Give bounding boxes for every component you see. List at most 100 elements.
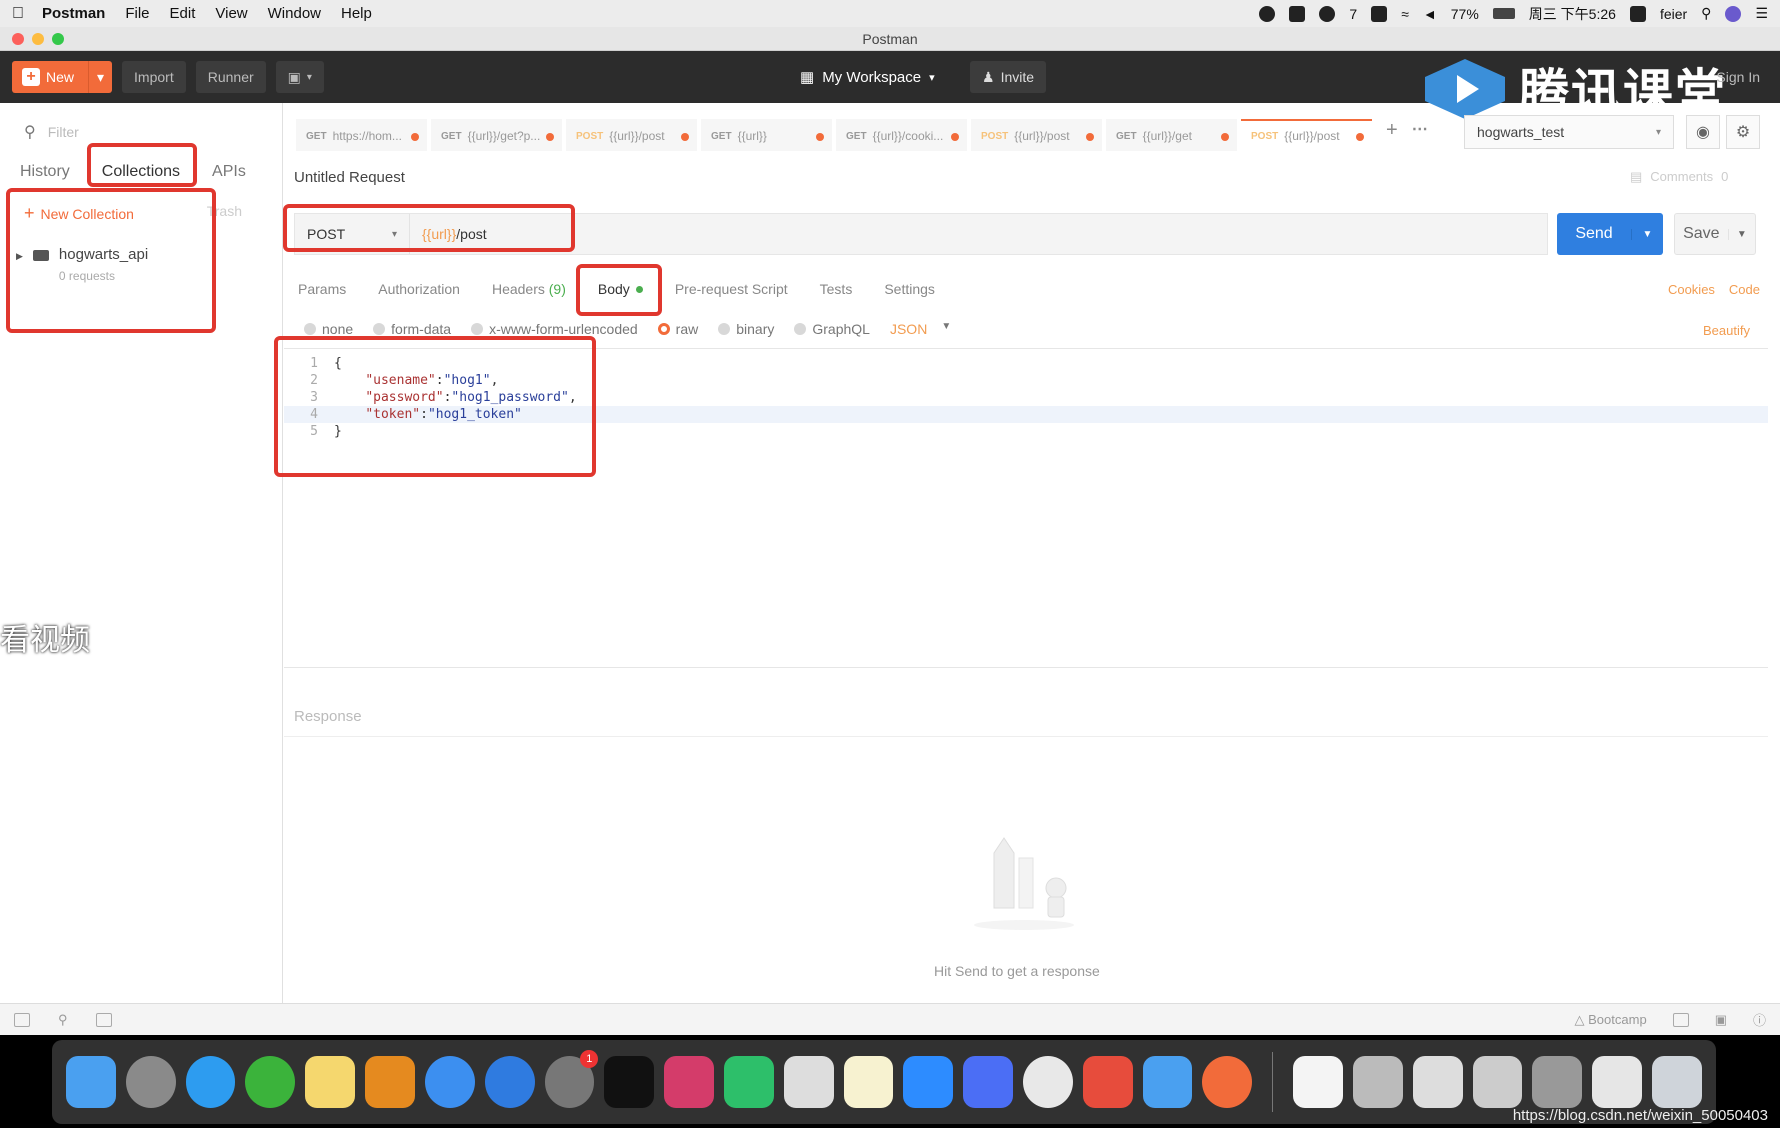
terminal-icon[interactable] bbox=[604, 1056, 655, 1108]
tab-apis[interactable]: APIs bbox=[212, 163, 246, 181]
sublime-icon[interactable] bbox=[365, 1056, 415, 1108]
request-tab[interactable]: GET https://hom... bbox=[296, 119, 427, 151]
input-source-icon[interactable] bbox=[1629, 5, 1646, 22]
tab-settings[interactable]: Settings bbox=[884, 281, 935, 297]
format-select[interactable]: JSON ▼ bbox=[890, 321, 951, 337]
siri-icon[interactable] bbox=[1725, 5, 1742, 22]
workspace-selector[interactable]: ▦ My Workspace ▾ bbox=[800, 61, 935, 93]
trash-link[interactable]: Trash bbox=[207, 203, 242, 224]
new-collection-button[interactable]: + New Collection bbox=[24, 203, 134, 224]
chrome-icon[interactable] bbox=[1023, 1056, 1073, 1108]
request-tab[interactable]: GET {{url}}/get bbox=[1106, 119, 1237, 151]
collection-item[interactable]: ▶ hogwarts_api 0 requests bbox=[0, 246, 282, 283]
wps-icon[interactable] bbox=[963, 1056, 1013, 1108]
tab-body[interactable]: Body bbox=[598, 281, 643, 297]
send-button[interactable]: Send ▼ bbox=[1557, 213, 1663, 255]
find-icon[interactable]: ⚲ bbox=[58, 1012, 68, 1028]
tab-history[interactable]: History bbox=[20, 163, 70, 181]
feishu-icon[interactable] bbox=[424, 1056, 475, 1108]
apple-icon[interactable]:  bbox=[12, 5, 24, 23]
pycharm-icon[interactable] bbox=[723, 1056, 774, 1108]
more-tabs-icon[interactable]: ⋯ bbox=[1412, 119, 1428, 151]
bootcamp-button[interactable]: △ Bootcamp bbox=[1575, 1012, 1647, 1028]
radio-none[interactable]: none bbox=[304, 321, 353, 337]
invite-button[interactable]: ♟ Invite bbox=[970, 61, 1047, 93]
menu-help[interactable]: Help bbox=[341, 5, 372, 22]
request-tab[interactable]: POST {{url}}/post bbox=[971, 119, 1102, 151]
help-icon[interactable]: ⓘ bbox=[1753, 1010, 1766, 1029]
document-icon[interactable] bbox=[1293, 1056, 1344, 1108]
menu-edit[interactable]: Edit bbox=[170, 5, 196, 22]
tab-params[interactable]: Params bbox=[298, 281, 346, 297]
code-link[interactable]: Code bbox=[1729, 282, 1760, 297]
request-tab[interactable]: POST {{url}}/post bbox=[566, 119, 697, 151]
radio-binary[interactable]: binary bbox=[718, 321, 774, 337]
jar-app-icon[interactable] bbox=[783, 1056, 834, 1108]
intellij-icon[interactable] bbox=[664, 1056, 714, 1108]
environment-selector[interactable]: hogwarts_test ▾ bbox=[1464, 115, 1674, 149]
window-thumbnail-icon[interactable] bbox=[1353, 1056, 1403, 1108]
comments-button[interactable]: ▤ Comments 0 bbox=[1630, 169, 1728, 185]
clock[interactable]: 周三 下午5:26 bbox=[1529, 4, 1616, 24]
beautify-link[interactable]: Beautify bbox=[1703, 323, 1750, 338]
body-editor[interactable]: 1{ 2 "usename":"hog1", 3 "password":"hog… bbox=[284, 348, 1768, 668]
system-preferences-icon[interactable]: 1 bbox=[544, 1050, 599, 1108]
request-tab[interactable]: GET {{url}}/cooki... bbox=[836, 119, 967, 151]
menu-app-name[interactable]: Postman bbox=[42, 5, 105, 22]
notes-icon[interactable] bbox=[1289, 5, 1306, 22]
spotlight-icon[interactable]: ⚲ bbox=[1701, 5, 1711, 22]
request-title[interactable]: Untitled Request bbox=[294, 169, 405, 186]
radio-urlencoded[interactable]: x-www-form-urlencoded bbox=[471, 321, 638, 337]
tab-collections[interactable]: Collections bbox=[102, 163, 180, 181]
safari-icon[interactable] bbox=[484, 1056, 535, 1108]
trash-icon[interactable] bbox=[1652, 1056, 1702, 1108]
docker-icon[interactable] bbox=[1371, 5, 1388, 22]
runner-button[interactable]: Runner bbox=[195, 61, 266, 93]
chevron-down-icon[interactable]: ▾ bbox=[88, 61, 112, 93]
tab-headers[interactable]: Headers (9) bbox=[492, 281, 566, 297]
wifi-icon[interactable]: ≈ bbox=[1401, 6, 1409, 22]
add-tab-button[interactable]: + bbox=[1386, 119, 1398, 151]
radio-form-data[interactable]: form-data bbox=[373, 321, 451, 337]
volume-icon[interactable]: ◄ bbox=[1423, 6, 1437, 22]
method-select[interactable]: POST ▾ bbox=[295, 214, 410, 254]
cookies-link[interactable]: Cookies bbox=[1668, 282, 1715, 297]
request-tab-active[interactable]: POST {{url}}/post bbox=[1241, 119, 1372, 151]
chevron-down-icon[interactable]: ▼ bbox=[1727, 228, 1755, 240]
caret-right-icon[interactable]: ▶ bbox=[16, 251, 23, 283]
window-thumbnail-icon[interactable] bbox=[1532, 1056, 1583, 1108]
new-button[interactable]: + New ▾ bbox=[12, 61, 113, 93]
browse-icon[interactable]: ▣ bbox=[1715, 1012, 1727, 1028]
request-tab[interactable]: GET {{url}}/get?p... bbox=[431, 119, 562, 151]
window-thumbnail-icon[interactable] bbox=[1412, 1056, 1463, 1108]
stickies-icon[interactable] bbox=[305, 1056, 356, 1108]
xmind-icon[interactable] bbox=[1082, 1056, 1133, 1108]
toggle-sidebar-icon[interactable] bbox=[14, 1012, 30, 1027]
postman-dock-icon[interactable] bbox=[1202, 1056, 1253, 1108]
chevron-down-icon[interactable]: ▼ bbox=[1631, 228, 1663, 240]
tencent-classroom-icon[interactable] bbox=[1142, 1056, 1193, 1108]
radio-graphql[interactable]: GraphQL bbox=[794, 321, 870, 337]
window-thumbnail-icon[interactable] bbox=[1592, 1056, 1643, 1108]
url-input[interactable]: {{url}}/post bbox=[410, 226, 487, 242]
battery-icon[interactable] bbox=[1492, 8, 1515, 19]
menu-file[interactable]: File bbox=[125, 5, 149, 22]
launchpad-icon[interactable] bbox=[125, 1056, 176, 1108]
notification-center-icon[interactable]: ☰ bbox=[1755, 5, 1768, 22]
wechat-dock-icon[interactable] bbox=[245, 1056, 296, 1108]
menu-view[interactable]: View bbox=[215, 5, 247, 22]
qq-icon[interactable] bbox=[1259, 5, 1276, 22]
tab-prerequest-script[interactable]: Pre-request Script bbox=[675, 281, 788, 297]
radio-raw[interactable]: raw bbox=[657, 321, 698, 337]
menu-window[interactable]: Window bbox=[268, 5, 321, 22]
menubar-user[interactable]: feier bbox=[1660, 6, 1687, 22]
eye-icon[interactable]: ◉ bbox=[1686, 115, 1720, 149]
filter-input[interactable]: ⚲ Filter bbox=[12, 117, 270, 147]
qq-dock-icon[interactable] bbox=[185, 1056, 236, 1108]
import-button[interactable]: Import bbox=[122, 61, 186, 93]
request-tab[interactable]: GET {{url}} bbox=[701, 119, 832, 151]
tab-tests[interactable]: Tests bbox=[820, 281, 853, 297]
new-window-button[interactable]: ▣ ▾ bbox=[275, 61, 324, 93]
two-pane-icon[interactable] bbox=[1672, 1012, 1689, 1027]
zoom-icon[interactable] bbox=[903, 1056, 954, 1108]
